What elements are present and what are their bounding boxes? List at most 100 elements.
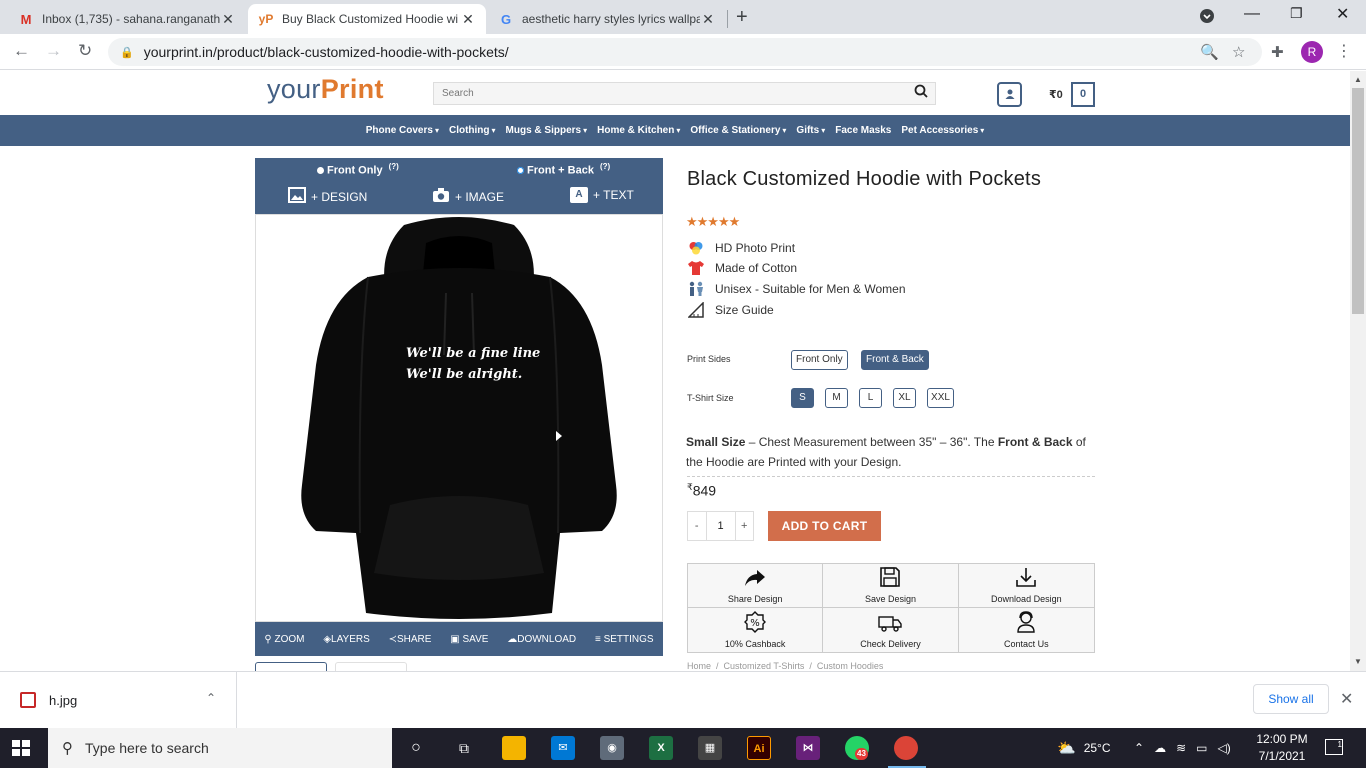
mail-icon[interactable]: ✉ [551, 736, 575, 760]
scroll-up-arrow-icon[interactable]: ▲ [1354, 75, 1362, 84]
qty-plus-button[interactable]: + [736, 520, 754, 532]
restore-button[interactable]: ❐ [1290, 5, 1303, 22]
nav-gifts[interactable]: Gifts ▾ [796, 125, 825, 136]
cart-count-badge[interactable]: 0 [1071, 82, 1095, 107]
breadcrumb-customized-tshirts[interactable]: Customized T-Shirts [724, 661, 805, 671]
breadcrumb-custom-hoodies[interactable]: Custom Hoodies [817, 661, 884, 671]
file-explorer-icon[interactable] [502, 736, 526, 760]
settings-button[interactable]: ≡ SETTINGS [595, 634, 654, 645]
nav-clothing[interactable]: Clothing ▾ [449, 125, 496, 136]
chrome-icon[interactable] [894, 736, 918, 760]
breadcrumb-home[interactable]: Home [687, 661, 711, 671]
layers-button[interactable]: ◈LAYERS [323, 634, 369, 645]
scroll-down-arrow-icon[interactable]: ▼ [1354, 657, 1362, 666]
site-search-input[interactable]: Search [433, 82, 936, 105]
close-window-button[interactable]: ✕ [1336, 4, 1349, 24]
download-button[interactable]: ☁DOWNLOAD [507, 634, 576, 645]
tab-google[interactable]: G aesthetic harry styles lyrics wallpa ✕ [488, 4, 726, 34]
excel-icon[interactable]: X [649, 736, 673, 760]
size-m[interactable]: M [825, 388, 848, 408]
add-to-cart-button[interactable]: ADD TO CART [768, 511, 881, 541]
close-shelf-icon[interactable]: ✕ [1340, 689, 1353, 709]
wifi-icon[interactable]: ≋ [1176, 741, 1186, 755]
notification-center-icon[interactable]: 1 [1325, 739, 1343, 755]
site-logo[interactable]: yourPrint [267, 74, 384, 105]
back-button[interactable]: ← [13, 41, 30, 61]
nav-phone-covers[interactable]: Phone Covers ▾ [366, 125, 439, 136]
feature-size-guide[interactable]: Size Guide [687, 301, 774, 318]
cashback-button[interactable]: % 10% Cashback [688, 608, 824, 652]
visual-studio-icon[interactable]: ⋈ [796, 736, 820, 760]
print-side-front-back[interactable]: Front & Back [861, 350, 929, 370]
add-design-button[interactable]: + DESIGN [288, 187, 367, 206]
check-delivery-button[interactable]: Check Delivery [823, 608, 959, 652]
nav-office-stationery[interactable]: Office & Stationery ▾ [690, 125, 786, 136]
download-design-button[interactable]: Download Design [958, 564, 1094, 608]
qty-minus-button[interactable]: - [688, 520, 706, 532]
forward-button[interactable]: → [45, 41, 62, 61]
tab-gmail[interactable]: M Inbox (1,735) - sahana.ranganath ✕ [8, 4, 246, 34]
extensions-puzzle-icon[interactable]: ✚ [1271, 43, 1284, 61]
battery-icon[interactable]: ▭ [1196, 741, 1207, 755]
show-all-downloads-button[interactable]: Show all [1253, 684, 1329, 714]
profile-avatar[interactable]: R [1301, 41, 1323, 63]
scrollbar-thumb[interactable] [1352, 88, 1364, 314]
address-bar[interactable]: 🔒 yourprint.in/product/black-customized-… [108, 38, 1262, 66]
cart-total[interactable]: ₹0 [1049, 88, 1063, 101]
qty-input[interactable]: 1 [705, 512, 736, 540]
help-icon[interactable]: (?) [600, 162, 610, 171]
lock-icon[interactable]: 🔒 [120, 46, 134, 59]
hoodie-print-text[interactable]: We'll be a fine line We'll be alright. [406, 343, 540, 385]
nav-mugs-sippers[interactable]: Mugs & Sippers ▾ [506, 125, 588, 136]
new-tab-button[interactable]: + [736, 6, 748, 29]
volume-icon[interactable]: ◁) [1217, 741, 1230, 755]
network-error-icon[interactable]: ☁ [1154, 741, 1166, 755]
rating-stars[interactable]: ★★★★★ [686, 214, 740, 230]
zoom-icon[interactable]: 🔍 [1200, 43, 1219, 61]
chevron-up-icon[interactable]: ⌃ [206, 691, 216, 705]
help-icon[interactable]: (?) [389, 162, 399, 171]
side-front-only-radio[interactable]: Front Only (?) [317, 162, 399, 177]
size-l[interactable]: L [859, 388, 882, 408]
tab-search-icon[interactable] [1199, 8, 1215, 29]
tab-close-icon[interactable]: ✕ [700, 11, 716, 28]
cortana-icon[interactable]: ○ [404, 736, 428, 760]
reload-button[interactable]: ↻ [78, 41, 92, 61]
taskbar-clock[interactable]: 12:00 PM 7/1/2021 [1252, 731, 1312, 765]
windows-start-icon[interactable] [12, 740, 30, 756]
download-item[interactable]: h.jpg ⌃ [0, 672, 237, 728]
nav-pet-accessories[interactable]: Pet Accessories ▾ [901, 125, 984, 136]
size-s[interactable]: S [791, 388, 814, 408]
task-view-icon[interactable]: ⧉ [452, 736, 476, 760]
zoom-button[interactable]: ⚲ ZOOM [264, 634, 304, 645]
chrome-menu-icon[interactable]: ⋮ [1336, 41, 1352, 61]
print-side-front-only[interactable]: Front Only [791, 350, 848, 370]
minimize-button[interactable]: — [1244, 5, 1260, 23]
size-xxl[interactable]: XXL [927, 388, 954, 408]
tab-close-icon[interactable]: ✕ [220, 11, 236, 28]
nav-home-kitchen[interactable]: Home & Kitchen ▾ [597, 125, 680, 136]
save-design-button[interactable]: Save Design [823, 564, 959, 608]
whatsapp-icon[interactable]: 43 [845, 736, 869, 760]
bookmark-star-icon[interactable]: ☆ [1232, 43, 1245, 61]
nav-face-masks[interactable]: Face Masks [835, 125, 891, 136]
tab-yourprint[interactable]: yP Buy Black Customized Hoodie wi ✕ [248, 4, 486, 34]
share-button[interactable]: ≺SHARE [389, 634, 432, 645]
camera-app-icon[interactable]: ◉ [600, 736, 624, 760]
contact-us-button[interactable]: Contact Us [958, 608, 1094, 652]
weather-widget[interactable]: ⛅ 25°C [1057, 728, 1111, 768]
side-front-back-radio[interactable]: Front + Back (?) [517, 162, 610, 177]
save-button[interactable]: ▣ SAVE [450, 634, 488, 645]
size-xl[interactable]: XL [893, 388, 916, 408]
store-icon[interactable]: ▦ [698, 736, 722, 760]
share-design-button[interactable]: Share Design [688, 564, 824, 608]
add-text-button[interactable]: A + TEXT [570, 187, 634, 203]
chevron-up-icon[interactable]: ⌃ [1134, 741, 1144, 755]
add-image-button[interactable]: + IMAGE [432, 187, 504, 206]
tab-close-icon[interactable]: ✕ [460, 11, 476, 28]
page-scrollbar[interactable]: ▲ ▼ [1350, 71, 1366, 671]
taskbar-search-box[interactable]: ⚲ Type here to search [48, 728, 392, 768]
design-canvas[interactable]: We'll be a fine line We'll be alright. [255, 214, 663, 622]
search-icon[interactable] [914, 84, 928, 101]
illustrator-icon[interactable]: Ai [747, 736, 771, 760]
